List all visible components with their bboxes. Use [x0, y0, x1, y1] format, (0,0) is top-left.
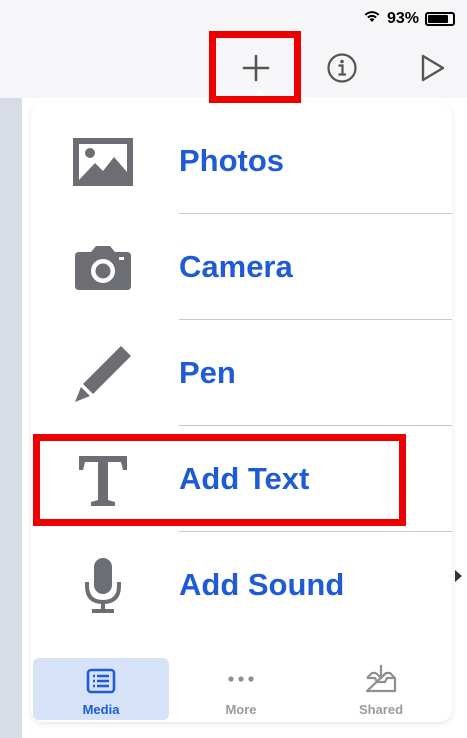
menu-item-camera[interactable]: Camera [31, 214, 452, 320]
battery-level [428, 14, 448, 23]
camera-icon [71, 238, 135, 298]
tab-label: Media [82, 702, 120, 717]
status-bar: 93% [0, 0, 467, 36]
menu-item-add-sound[interactable]: Add Sound [31, 532, 452, 638]
pen-icon [71, 344, 135, 404]
tab-label: Shared [358, 702, 404, 717]
toolbar [0, 36, 467, 98]
menu-item-label: Add Text [179, 461, 310, 496]
status-indicators: 93% [363, 9, 455, 28]
play-button[interactable] [412, 48, 452, 88]
tab-bar: Media More Shared [31, 656, 452, 722]
menu-item-add-text[interactable]: Add Text [31, 426, 452, 532]
popover-arrow [248, 89, 272, 103]
background-right-area [452, 98, 467, 738]
wifi-icon [363, 9, 381, 28]
battery-icon [425, 11, 455, 26]
menu-item-label: Photos [179, 143, 285, 178]
tab-shared[interactable]: Shared [311, 656, 451, 722]
menu-item-label: Pen [179, 355, 236, 390]
menu-item-photos[interactable]: Photos [31, 108, 452, 214]
tab-more[interactable]: More [171, 656, 311, 722]
ellipsis-icon [223, 664, 259, 694]
tab-media[interactable]: Media [33, 658, 169, 720]
photos-icon [71, 132, 135, 192]
chevron-right-icon [455, 570, 462, 582]
menu-item-pen[interactable]: Pen [31, 320, 452, 426]
menu-item-label: Add Sound [179, 567, 345, 602]
menu-item-label: Camera [179, 249, 293, 284]
background-canvas-strip [0, 98, 22, 738]
text-icon [71, 450, 135, 510]
microphone-icon [71, 556, 135, 616]
battery-percent: 93% [386, 9, 419, 27]
tab-label: More [225, 702, 257, 717]
add-button[interactable] [236, 48, 276, 88]
plus-icon [242, 54, 270, 82]
add-media-popover: Photos Camera Pen Add Text Add Sound Med… [31, 103, 452, 722]
info-button[interactable] [322, 48, 362, 88]
info-icon [327, 53, 357, 83]
play-icon [421, 54, 445, 82]
inbox-icon [363, 664, 399, 694]
media-icon [83, 666, 119, 696]
